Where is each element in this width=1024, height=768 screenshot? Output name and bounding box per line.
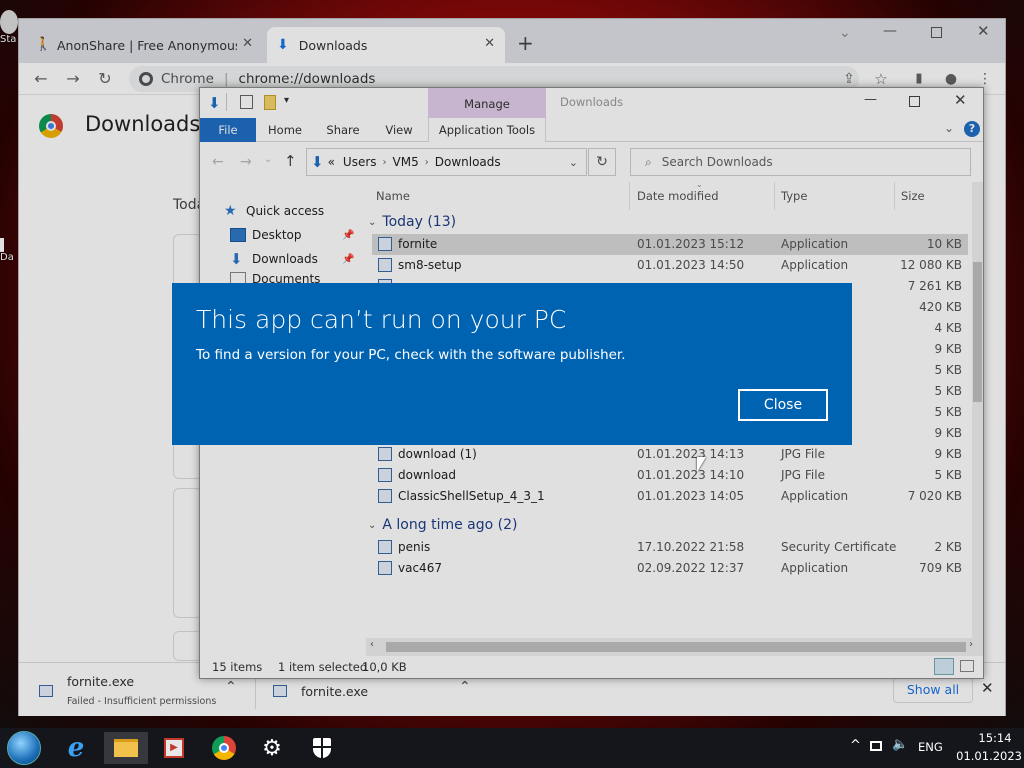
volume-icon[interactable]: 🔈 [892,737,908,752]
gear-icon: ⚙ [262,735,282,761]
show-hidden-icons-icon[interactable]: ^ [850,738,861,753]
dialog-title: This app can’t run on your PC [196,305,567,334]
start-button[interactable] [2,731,46,765]
taskbar-chrome[interactable] [202,732,246,764]
taskbar-settings[interactable]: ⚙ [250,732,294,764]
close-button[interactable]: Close [738,389,828,421]
clock-date[interactable]: 01.01.2023 [956,749,1022,763]
taskbar-media-player[interactable]: ▶ [152,732,196,764]
mouse-cursor-icon [697,457,706,472]
dialog-message: To find a version for your PC, check wit… [196,347,626,363]
network-icon[interactable] [870,741,882,751]
taskbar-ie[interactable]: e [54,732,98,764]
taskbar: e ▶ ⚙ ^ 🔈 ENG 15:14 01.01.2023 [0,728,1024,768]
language-indicator[interactable]: ENG [918,740,943,754]
system-tray: ^ 🔈 ENG 15:14 01.01.2023 [844,728,1024,768]
taskbar-explorer[interactable] [104,732,148,764]
windows-orb-icon [7,731,41,765]
shield-icon [313,738,331,758]
taskbar-security[interactable] [300,732,344,764]
clock-time[interactable]: 15:14 [970,731,1020,745]
internet-explorer-icon: e [67,733,85,763]
folder-icon [114,739,138,757]
app-cant-run-dialog: This app can’t run on your PC To find a … [172,283,852,445]
media-player-icon: ▶ [164,738,184,758]
chrome-icon [212,736,236,760]
